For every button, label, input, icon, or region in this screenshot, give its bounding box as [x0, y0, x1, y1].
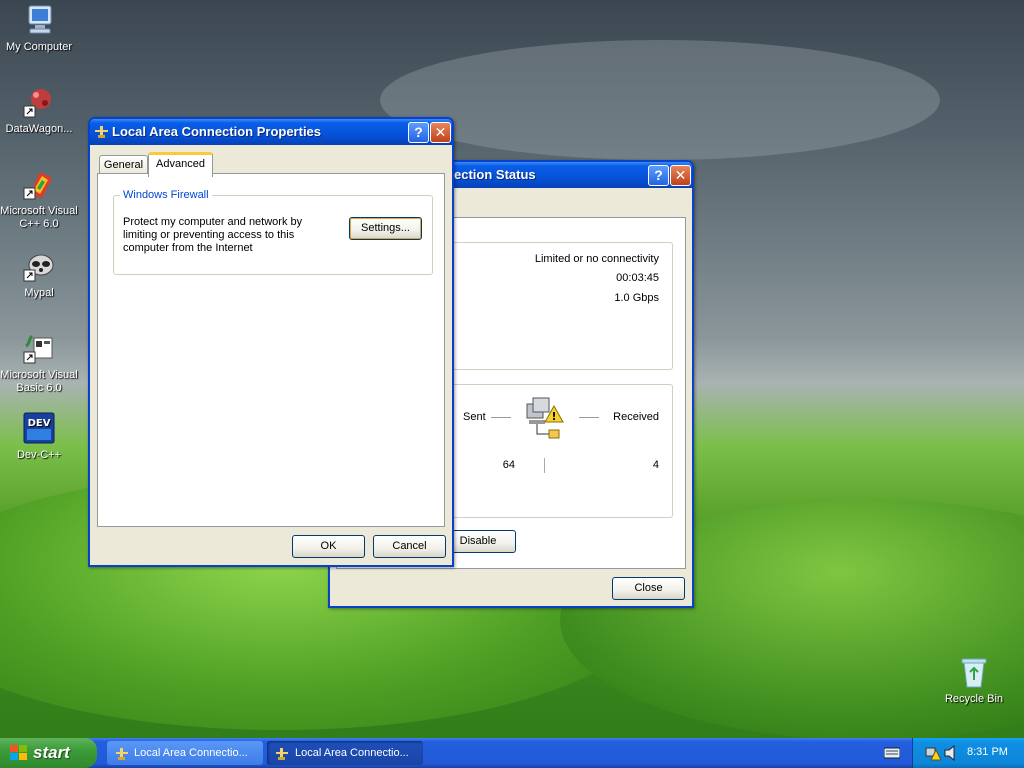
firewall-group: Windows Firewall Protect my computer and…: [113, 189, 433, 275]
close-button[interactable]: Close: [612, 577, 685, 600]
desktop-icon-my-computer[interactable]: My Computer: [0, 4, 79, 54]
desktop-icon-label: Recycle Bin: [944, 693, 1004, 705]
firewall-description: Protect my computer and network by limit…: [123, 216, 303, 254]
speaker-icon[interactable]: [944, 744, 958, 762]
title-bar[interactable]: Local Area Connection Properties ? ✕: [90, 119, 452, 145]
start-button[interactable]: start: [0, 738, 97, 768]
ok-button[interactable]: OK: [292, 535, 365, 558]
clock[interactable]: 8:31 PM: [967, 746, 1008, 758]
recycle-bin-icon: [957, 656, 991, 690]
sent-label: Sent: [463, 411, 486, 423]
vb6-icon: [22, 332, 56, 366]
desktop-icon-vb6[interactable]: Microsoft Visual Basic 6.0: [0, 332, 79, 395]
sent-value: 64: [502, 459, 515, 471]
sent-line: [491, 417, 511, 418]
monitor-icon: [22, 4, 56, 38]
desktop-icon-label: Dev-C++: [16, 449, 62, 461]
taskbar-item-active[interactable]: Local Area Connectio...: [267, 741, 423, 765]
vc6-icon: [22, 168, 56, 202]
network-shortcut-icon: [22, 86, 56, 120]
desktop-icon-datawagon[interactable]: DataWagon...: [0, 86, 79, 136]
desktop-icon-devcpp[interactable]: DEV Dev-C++: [0, 412, 79, 462]
received-value: 4: [652, 459, 659, 471]
window-title: ection Status: [454, 167, 536, 182]
taskbar: start Local Area Connectio... Local Area…: [0, 738, 1024, 768]
speed-value: 1.0 Gbps: [614, 292, 659, 304]
desktop-icon-label: DataWagon...: [5, 123, 73, 135]
cancel-button[interactable]: Cancel: [373, 535, 446, 558]
duration-value: 00:03:45: [616, 272, 659, 284]
dev-icon: DEV: [22, 412, 56, 446]
network-warning-icon: !: [523, 396, 567, 442]
connection-status-value: Limited or no connectivity: [534, 253, 659, 265]
desktop-icon-label: Microsoft Visual Basic 6.0: [0, 369, 78, 394]
network-connection-icon: [275, 746, 289, 760]
desktop-icon-vc6[interactable]: Microsoft Visual C++ 6.0: [0, 168, 79, 231]
keyboard-icon[interactable]: [883, 747, 901, 759]
start-label: start: [33, 743, 70, 762]
desktop-icon-label: Mypal: [24, 287, 54, 299]
desktop-icon-mypal[interactable]: Mypal: [0, 250, 79, 300]
taskbar-item[interactable]: Local Area Connectio...: [107, 741, 263, 765]
tab-advanced[interactable]: Advanced: [148, 152, 213, 177]
window-title: Local Area Connection Properties: [112, 124, 322, 139]
help-icon[interactable]: ?: [648, 165, 669, 186]
close-icon[interactable]: ✕: [670, 165, 691, 186]
svg-text:!: !: [551, 410, 556, 423]
raccoon-icon: [22, 250, 56, 284]
taskbar-item-label: Local Area Connectio...: [134, 747, 248, 759]
tab-label: Advanced: [156, 158, 205, 170]
system-tray: 8:31 PM: [912, 738, 1024, 768]
tab-general[interactable]: General: [99, 155, 148, 174]
desktop-icon-recycle-bin[interactable]: Recycle Bin: [934, 656, 1014, 706]
activity-divider: [544, 458, 545, 473]
help-icon[interactable]: ?: [408, 122, 429, 143]
settings-button[interactable]: Settings...: [349, 217, 422, 240]
received-label: Received: [613, 411, 659, 423]
advanced-tab-panel: Windows Firewall Protect my computer and…: [97, 173, 445, 527]
svg-text:DEV: DEV: [28, 418, 51, 429]
firewall-group-label: Windows Firewall: [120, 189, 212, 201]
network-connection-icon: [115, 746, 129, 760]
network-connection-icon: [94, 124, 109, 139]
taskbar-item-label: Local Area Connectio...: [295, 747, 409, 759]
tab-label: General: [103, 159, 144, 171]
properties-window[interactable]: Local Area Connection Properties ? ✕ Gen…: [88, 117, 454, 567]
desktop-icon-label: My Computer: [5, 41, 73, 53]
desktop-icon-label: Microsoft Visual C++ 6.0: [0, 205, 78, 230]
windows-flag-icon: [10, 745, 28, 761]
close-icon[interactable]: ✕: [430, 122, 451, 143]
network-warning-icon[interactable]: [925, 745, 942, 761]
